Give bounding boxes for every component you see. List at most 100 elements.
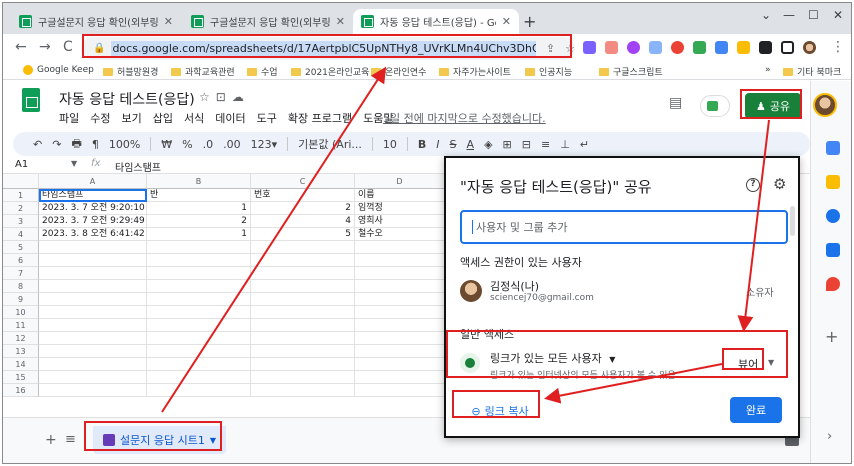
document-title[interactable]: 자동 응답 테스트(응답) — [59, 89, 195, 109]
row-header[interactable]: 5 — [3, 241, 39, 254]
bookmark-folder[interactable]: 과학교육관련 — [171, 65, 235, 78]
extension-icon[interactable] — [671, 41, 684, 54]
table-cell[interactable] — [39, 267, 147, 280]
extension-icon[interactable] — [737, 41, 750, 54]
bookmark-folder[interactable]: 구글스크립트 — [599, 65, 663, 78]
table-cell[interactable] — [251, 319, 355, 332]
table-cell[interactable]: 2023. 3. 7 오전 9:29:49 — [39, 215, 147, 228]
browser-tab-2[interactable]: 구글설문지 응답 확인(외부링크) - Go ✕ — [183, 9, 353, 34]
extension-icon[interactable] — [693, 41, 706, 54]
address-bar[interactable]: 🔒 docs.google.com/spreadsheets/d/17Aertp… — [81, 37, 575, 60]
table-cell[interactable] — [355, 306, 445, 319]
table-cell[interactable] — [355, 241, 445, 254]
meet-button[interactable] — [700, 95, 730, 117]
table-cell[interactable] — [251, 293, 355, 306]
menu-format[interactable]: 서식 — [184, 110, 204, 126]
dialog-scrollbar[interactable] — [790, 206, 795, 236]
row-header[interactable]: 13 — [3, 345, 39, 358]
row-header[interactable]: 16 — [3, 384, 39, 397]
merge-icon[interactable]: ⊟ — [522, 138, 531, 151]
table-cell[interactable] — [39, 306, 147, 319]
bookmark-star-icon[interactable]: ☆ — [565, 42, 575, 55]
bookmark-folder[interactable]: 수업 — [247, 65, 278, 78]
borders-icon[interactable]: ⊞ — [503, 138, 512, 151]
undo-icon[interactable]: ↶ — [33, 138, 42, 151]
table-cell[interactable] — [355, 267, 445, 280]
chevron-down-icon[interactable]: ▼ — [71, 159, 77, 168]
calendar-icon[interactable] — [826, 141, 840, 155]
table-cell[interactable] — [147, 254, 251, 267]
more-vert-icon[interactable]: ⋮ — [831, 39, 845, 55]
maps-icon[interactable] — [826, 277, 840, 291]
menu-insert[interactable]: 삽입 — [153, 110, 173, 126]
table-cell[interactable] — [251, 280, 355, 293]
caret-down-icon[interactable]: ▼ — [768, 358, 774, 367]
table-cell[interactable] — [39, 358, 147, 371]
table-cell[interactable] — [355, 319, 445, 332]
sheets-logo-icon[interactable] — [22, 88, 40, 112]
currency-format[interactable]: ₩ — [161, 138, 172, 151]
row-header[interactable]: 7 — [3, 267, 39, 280]
link-extension-icon[interactable] — [649, 41, 662, 54]
gear-icon[interactable]: ⚙ — [773, 175, 786, 193]
table-cell[interactable] — [355, 371, 445, 384]
keep-icon[interactable] — [826, 175, 840, 189]
bookmark-folder[interactable]: 인공지능 — [525, 65, 572, 78]
decrease-decimal[interactable]: .0 — [203, 138, 214, 151]
table-cell[interactable]: 2023. 3. 7 오전 9:20:10 — [39, 202, 147, 215]
table-cell[interactable]: 반 — [147, 189, 251, 202]
bold-button[interactable]: B — [418, 138, 426, 151]
percent-format[interactable]: % — [182, 138, 192, 151]
table-cell[interactable] — [251, 267, 355, 280]
table-cell[interactable] — [251, 306, 355, 319]
table-cell[interactable]: 2 — [147, 215, 251, 228]
more-formats[interactable]: 123▾ — [251, 138, 278, 151]
table-cell[interactable] — [39, 371, 147, 384]
comments-icon[interactable]: ▤ — [669, 95, 682, 111]
text-color-button[interactable]: A — [467, 138, 475, 151]
cloud-status-icon[interactable]: ☁ — [232, 90, 250, 104]
row-header[interactable]: 3 — [3, 215, 39, 228]
paint-format-icon[interactable]: ¶ — [92, 138, 99, 151]
profile-avatar-icon[interactable] — [803, 41, 816, 54]
done-button[interactable]: 완료 — [730, 397, 782, 423]
menu-file[interactable]: 파일 — [59, 110, 79, 126]
table-cell[interactable] — [39, 280, 147, 293]
table-cell[interactable] — [251, 345, 355, 358]
align-icon[interactable]: ≡ — [541, 138, 550, 151]
row-header[interactable]: 2 — [3, 202, 39, 215]
table-cell[interactable] — [147, 384, 251, 397]
menu-extensions[interactable]: 확장 프로그램 — [288, 110, 352, 126]
help-icon[interactable]: ? — [746, 178, 760, 192]
table-cell[interactable]: 번호 — [251, 189, 355, 202]
table-cell[interactable] — [251, 371, 355, 384]
menu-edit[interactable]: 수정 — [90, 110, 110, 126]
add-addon-icon[interactable]: + — [825, 327, 838, 346]
redo-icon[interactable]: ↷ — [52, 138, 61, 151]
browser-tab-1[interactable]: 구글설문지 응답 확인(외부링크) - Go ✕ — [11, 9, 181, 34]
table-cell[interactable] — [251, 254, 355, 267]
table-cell[interactable]: 5 — [251, 228, 355, 241]
chevron-right-icon[interactable]: › — [827, 429, 832, 444]
print-icon[interactable]: 🖶 — [71, 135, 81, 154]
row-header[interactable]: 1 — [3, 189, 39, 202]
add-sheet-button[interactable]: + — [45, 432, 57, 448]
row-header[interactable]: 4 — [3, 228, 39, 241]
table-cell[interactable] — [39, 241, 147, 254]
add-people-input[interactable]: 사용자 및 그룹 추가 — [460, 210, 788, 244]
forward-arrow-icon[interactable]: → — [39, 39, 51, 55]
row-header[interactable]: 8 — [3, 280, 39, 293]
close-icon[interactable]: ✕ — [164, 15, 173, 28]
extension-icon[interactable] — [715, 41, 728, 54]
extension-icon[interactable] — [583, 41, 596, 54]
row-header[interactable]: 9 — [3, 293, 39, 306]
bookmark-folder[interactable]: 자주가는사이트 — [439, 65, 511, 78]
side-panel-icon[interactable] — [781, 41, 794, 54]
table-cell[interactable] — [147, 345, 251, 358]
table-cell[interactable] — [39, 345, 147, 358]
table-cell[interactable] — [355, 332, 445, 345]
chevron-down-icon[interactable]: ▼ — [210, 436, 216, 445]
maximize-icon[interactable]: ☐ — [808, 8, 819, 22]
chevron-down-icon[interactable]: ⌄ — [761, 8, 771, 22]
table-cell[interactable] — [251, 241, 355, 254]
